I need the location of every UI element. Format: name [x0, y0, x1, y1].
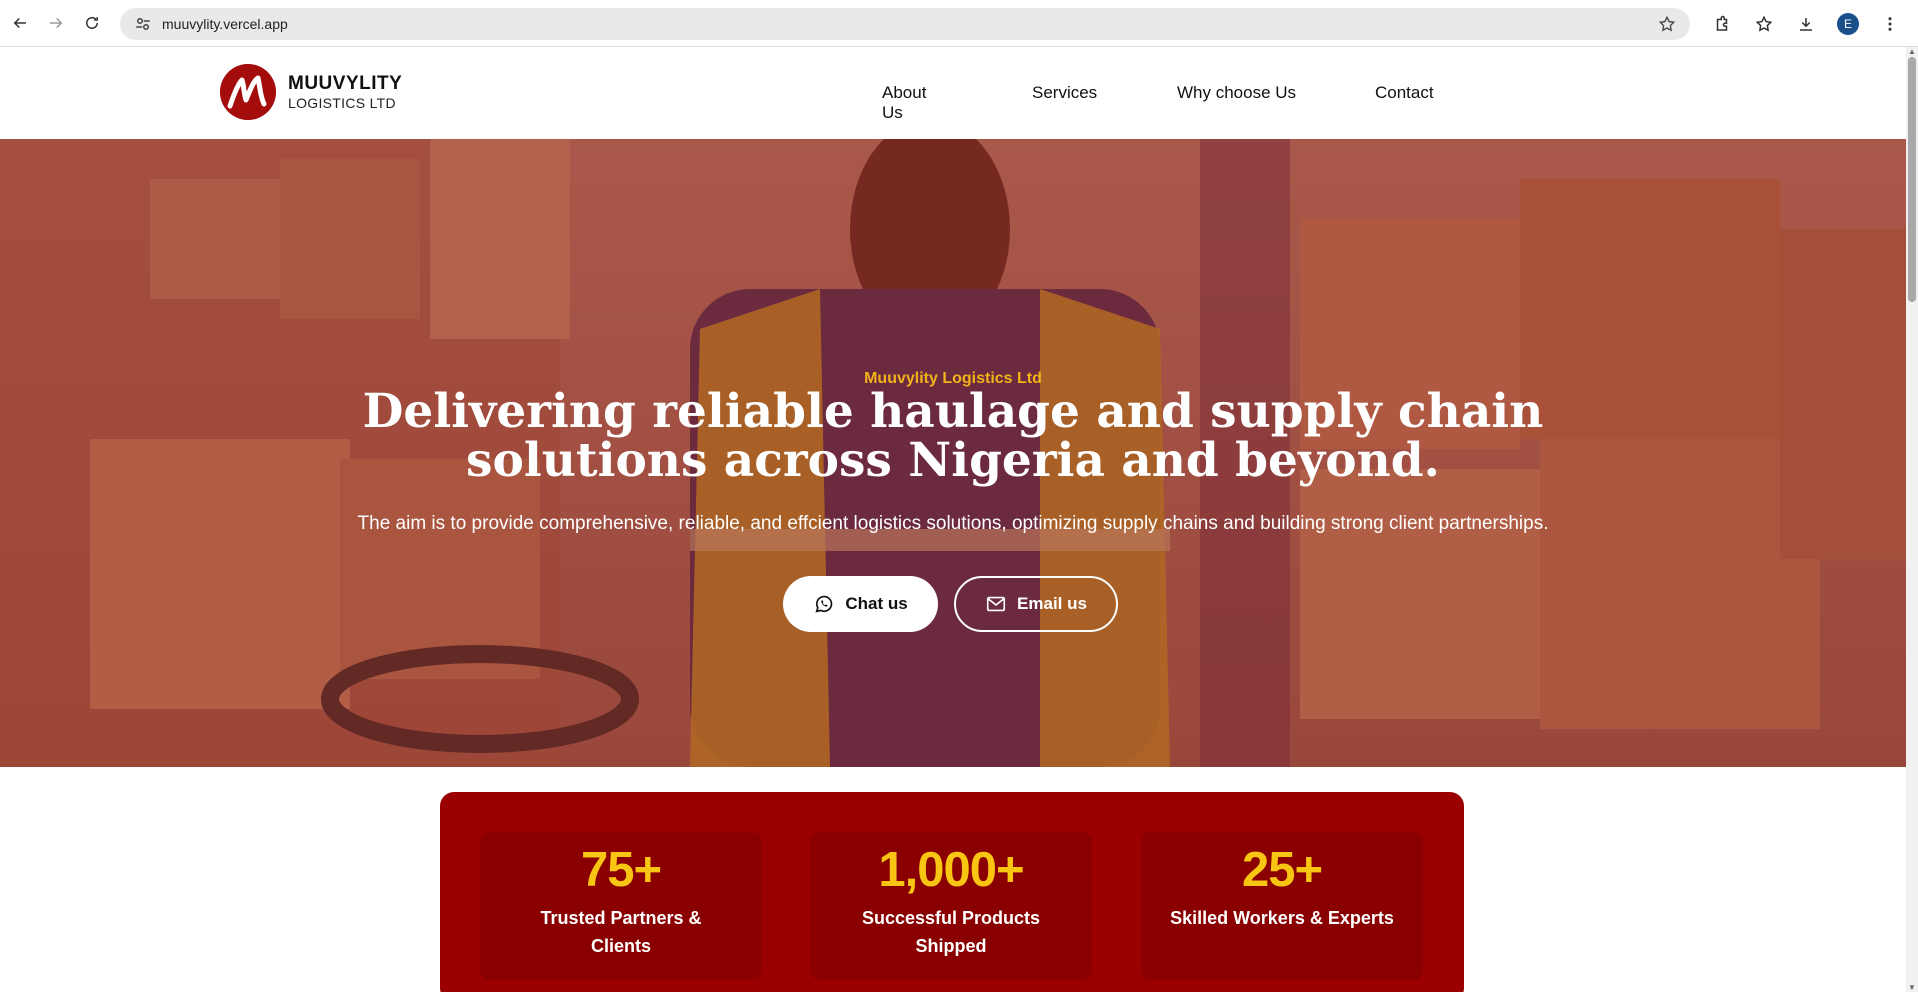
chat-us-label: Chat us: [845, 594, 908, 613]
hero-headline-line-2: solutions across Nigeria and beyond.: [466, 433, 1440, 488]
hero-description: The aim is to provide comprehensive, rel…: [357, 513, 1549, 534]
whatsapp-icon: [815, 595, 833, 613]
logo-subtitle: LOGISTICS LTD: [288, 95, 396, 111]
stat-value: 1,000+: [878, 843, 1024, 897]
stat-label: Skilled Workers & Experts: [1170, 908, 1394, 928]
back-icon[interactable]: [2, 5, 38, 41]
extensions-icon[interactable]: [1706, 8, 1738, 40]
stat-card-partners: 75+ Trusted Partners & Clients: [480, 832, 762, 980]
site-header: MUUVYLITY LOGISTICS LTD About Us Service…: [0, 47, 1906, 139]
page-scrollbar[interactable]: ▲ ▼: [1906, 47, 1918, 992]
page-viewport: MUUVYLITY LOGISTICS LTD About Us Service…: [0, 47, 1906, 992]
stat-value: 75+: [580, 843, 662, 897]
profile-initial: E: [1837, 13, 1859, 35]
scroll-up-icon[interactable]: ▲: [1908, 47, 1916, 56]
nav-why-choose-us[interactable]: Why choose Us: [1177, 83, 1296, 103]
stats-section: 75+ Trusted Partners & Clients 1,000+ Su…: [440, 792, 1464, 992]
stat-card-workers: 25+ Skilled Workers & Experts: [1141, 832, 1423, 980]
nav-contact[interactable]: Contact: [1375, 83, 1434, 103]
bookmark-star-icon[interactable]: [1658, 15, 1676, 33]
hero-headline: Delivering reliable haulage and supply c…: [0, 387, 1906, 485]
scrollbar-thumb[interactable]: [1908, 57, 1916, 302]
stat-card-products: 1,000+ Successful Products Shipped: [810, 832, 1092, 980]
mail-icon: [986, 596, 1006, 612]
url-text[interactable]: muuvylity.vercel.app: [162, 16, 1658, 32]
nav-about-us[interactable]: About Us: [882, 83, 926, 123]
bookmarks-icon[interactable]: [1748, 8, 1780, 40]
reload-icon[interactable]: [74, 5, 110, 41]
profile-avatar[interactable]: E: [1832, 8, 1864, 40]
site-info-icon[interactable]: [134, 15, 152, 33]
email-us-label: Email us: [1017, 594, 1087, 613]
stat-label: Successful Products Shipped: [861, 908, 1041, 956]
address-bar[interactable]: muuvylity.vercel.app: [120, 8, 1690, 40]
logo[interactable]: MUUVYLITY LOGISTICS LTD: [220, 64, 402, 120]
logo-mark-icon: [220, 64, 276, 120]
scroll-down-icon[interactable]: ▼: [1908, 983, 1916, 992]
hero-cta-group: Chat us Email us: [783, 576, 1118, 632]
chat-us-button[interactable]: Chat us: [783, 576, 938, 632]
logo-name: MUUVYLITY: [288, 73, 403, 94]
hero-headline-line-1: Delivering reliable haulage and supply c…: [362, 384, 1544, 439]
browser-toolbar: muuvylity.vercel.app E: [0, 0, 1918, 47]
more-menu-icon[interactable]: [1874, 8, 1906, 40]
stat-label: Trusted Partners & Clients: [540, 908, 702, 956]
stat-value: 25+: [1241, 843, 1323, 897]
hero-section: Muuvylity Logistics Ltd Delivering relia…: [0, 139, 1906, 767]
nav-services[interactable]: Services: [1032, 83, 1097, 103]
email-us-button[interactable]: Email us: [954, 576, 1118, 632]
download-icon[interactable]: [1790, 8, 1822, 40]
forward-icon[interactable]: [38, 5, 74, 41]
